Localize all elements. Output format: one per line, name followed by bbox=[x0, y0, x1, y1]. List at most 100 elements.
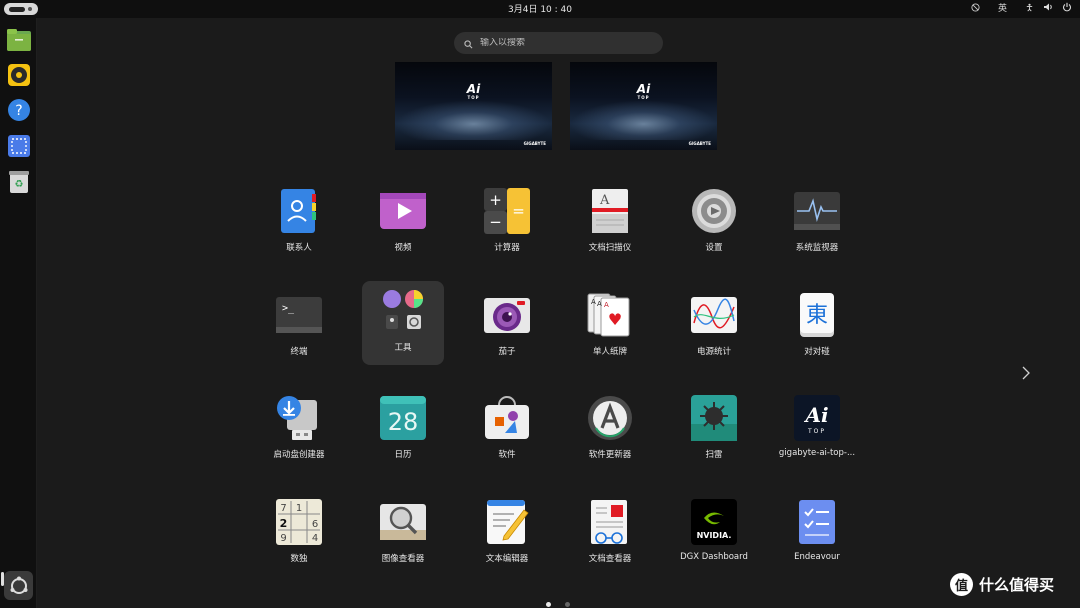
power-icon[interactable] bbox=[1062, 2, 1072, 12]
app-label: 扫雷 bbox=[705, 450, 723, 460]
svg-text:+: + bbox=[489, 191, 502, 209]
gigabyte-brand: GIGABYTE bbox=[688, 141, 711, 146]
app-calendar[interactable]: 28 日历 bbox=[362, 388, 444, 470]
system-tray[interactable]: 英 bbox=[971, 2, 1072, 14]
app-software[interactable]: 软件 bbox=[466, 388, 548, 470]
app-cheese[interactable]: 茄子 bbox=[466, 285, 548, 367]
svg-text:A: A bbox=[591, 298, 596, 306]
input-method-indicator[interactable]: 英 bbox=[998, 2, 1007, 14]
app-startup-disk-creator[interactable]: 启动盘创建器 bbox=[258, 388, 340, 470]
svg-text:>_: >_ bbox=[282, 303, 295, 314]
app-contacts[interactable]: 联系人 bbox=[258, 181, 340, 263]
videos-icon bbox=[379, 187, 427, 235]
do-not-disturb-icon[interactable] bbox=[971, 2, 981, 12]
app-label: 电源统计 bbox=[696, 347, 731, 357]
search-bar[interactable] bbox=[454, 32, 663, 54]
software-icon bbox=[483, 394, 531, 442]
app-document-viewer[interactable]: 文档查看器 bbox=[569, 492, 651, 574]
app-label: 终端 bbox=[290, 347, 308, 357]
app-label: 联系人 bbox=[286, 243, 312, 253]
app-sudoku[interactable]: 712 6 9 4 数独 bbox=[258, 492, 340, 574]
app-videos[interactable]: 视频 bbox=[362, 181, 444, 263]
svg-text:9: 9 bbox=[280, 533, 286, 544]
app-mines[interactable]: 扫雷 bbox=[673, 388, 755, 470]
app-gigabyte-ai-top[interactable]: Ai TOP gigabyte-ai-top-... bbox=[776, 388, 858, 470]
next-page-arrow[interactable] bbox=[1022, 366, 1030, 384]
svg-text:4: 4 bbox=[312, 533, 318, 544]
svg-text:NVIDIA.: NVIDIA. bbox=[697, 531, 732, 540]
mahjongg-icon: 東 bbox=[793, 291, 841, 339]
watermark-text: 什么值得买 bbox=[979, 576, 1055, 594]
help-icon[interactable]: ? bbox=[5, 96, 32, 123]
svg-text:♻: ♻ bbox=[14, 179, 23, 190]
svg-text:=: = bbox=[512, 202, 525, 220]
app-label: Endeavour bbox=[794, 552, 840, 562]
files-icon[interactable] bbox=[5, 26, 32, 53]
accessibility-icon[interactable] bbox=[1024, 2, 1034, 12]
utilities-folder-icon bbox=[379, 287, 427, 335]
app-terminal[interactable]: >_ 终端 bbox=[258, 285, 340, 367]
page-dot[interactable] bbox=[565, 602, 570, 607]
calculator-icon: + − = bbox=[483, 187, 531, 235]
mines-icon bbox=[690, 394, 738, 442]
app-calculator[interactable]: + − = 计算器 bbox=[466, 181, 548, 263]
dock: ? ♻ bbox=[0, 18, 37, 608]
search-icon bbox=[464, 34, 473, 53]
startup-disk-creator-icon bbox=[275, 394, 323, 442]
app-document-scanner[interactable]: A 文档扫描仪 bbox=[569, 181, 651, 263]
ubuntu-apps-icon[interactable] bbox=[4, 571, 33, 600]
endeavour-icon bbox=[793, 498, 841, 546]
app-label: 文本编辑器 bbox=[485, 554, 529, 564]
app-text-editor[interactable]: 文本编辑器 bbox=[466, 492, 548, 574]
screenshot-icon[interactable] bbox=[5, 132, 32, 159]
solitaire-icon: A A A ♥ bbox=[586, 291, 634, 339]
app-system-monitor[interactable]: 系统监视器 bbox=[776, 181, 858, 263]
text-editor-icon bbox=[483, 498, 531, 546]
document-viewer-icon bbox=[586, 498, 634, 546]
app-mahjongg[interactable]: 東 对对碰 bbox=[776, 285, 858, 367]
svg-text:28: 28 bbox=[388, 408, 419, 436]
volume-icon[interactable] bbox=[1043, 2, 1053, 12]
svg-text:Ai: Ai bbox=[803, 403, 828, 427]
app-image-viewer[interactable]: 图像查看器 bbox=[362, 492, 444, 574]
app-label: 工具 bbox=[394, 343, 412, 353]
contacts-icon bbox=[275, 187, 323, 235]
page-dot-active[interactable] bbox=[546, 602, 551, 607]
app-software-updater[interactable]: 软件更新器 bbox=[569, 388, 651, 470]
app-label: 日历 bbox=[394, 450, 412, 460]
clock[interactable]: 3月4日 10 : 40 bbox=[0, 2, 1080, 15]
app-label: 软件更新器 bbox=[588, 450, 632, 460]
svg-text:2: 2 bbox=[280, 517, 288, 530]
rhythmbox-icon[interactable] bbox=[5, 61, 32, 88]
software-updater-icon bbox=[586, 394, 634, 442]
app-power-statistics[interactable]: 电源统计 bbox=[673, 285, 755, 367]
app-label: 图像查看器 bbox=[381, 554, 425, 564]
svg-text:6: 6 bbox=[312, 519, 318, 530]
svg-text:A: A bbox=[599, 193, 610, 208]
app-utilities-folder[interactable]: 工具 bbox=[362, 281, 444, 365]
app-solitaire[interactable]: A A A ♥ 单人纸牌 bbox=[569, 285, 651, 367]
app-label: 文档扫描仪 bbox=[588, 243, 632, 253]
cheese-icon bbox=[483, 291, 531, 339]
workspace-thumbnail-1[interactable]: Ai TOP GIGABYTE bbox=[395, 62, 552, 150]
app-label: 系统监视器 bbox=[795, 243, 839, 253]
app-label: 文档查看器 bbox=[588, 554, 632, 564]
document-scanner-icon: A bbox=[586, 187, 634, 235]
smzdm-watermark: 值 什么值得买 bbox=[950, 573, 1054, 596]
wallpaper-wave bbox=[395, 100, 552, 140]
app-settings[interactable]: 设置 bbox=[673, 181, 755, 263]
app-dgx-dashboard[interactable]: NVIDIA. DGX Dashboard bbox=[673, 492, 755, 574]
app-label: 计算器 bbox=[494, 243, 520, 253]
search-input[interactable] bbox=[480, 38, 650, 48]
app-label: 单人纸牌 bbox=[592, 347, 627, 357]
system-monitor-icon bbox=[793, 187, 841, 235]
app-label: 设置 bbox=[705, 243, 723, 253]
wallpaper-wave bbox=[570, 100, 717, 140]
trash-icon[interactable]: ♻ bbox=[5, 168, 32, 195]
app-label: 对对碰 bbox=[804, 347, 830, 357]
ai-top-logo: Ai TOP bbox=[466, 82, 481, 100]
app-endeavour[interactable]: Endeavour bbox=[776, 492, 858, 574]
power-statistics-icon bbox=[690, 291, 738, 339]
workspace-thumbnail-2[interactable]: Ai TOP GIGABYTE bbox=[570, 62, 717, 150]
gigabyte-ai-top-icon: Ai TOP bbox=[793, 394, 841, 442]
